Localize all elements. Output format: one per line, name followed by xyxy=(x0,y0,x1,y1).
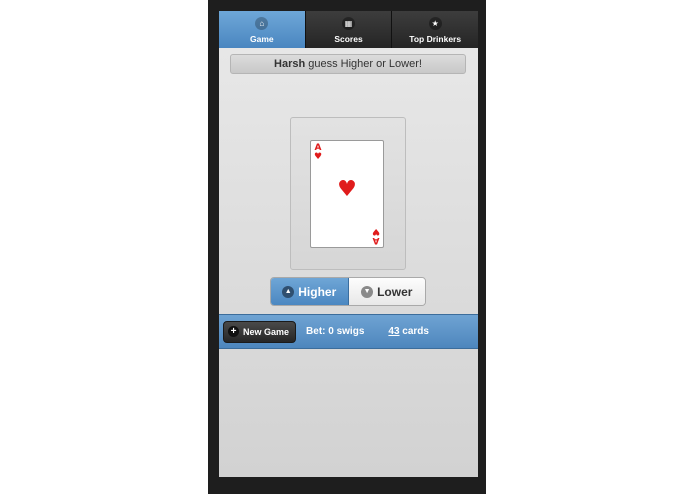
tab-top-drinkers-label: Top Drinkers xyxy=(409,34,462,44)
higher-button[interactable]: ▲ Higher xyxy=(271,278,349,305)
star-icon: ★ xyxy=(428,17,442,30)
prompt-text: guess Higher or Lower! xyxy=(308,58,422,70)
higher-lower-group: ▲ Higher ▼ Lower xyxy=(270,277,426,306)
lower-button[interactable]: ▼ Lower xyxy=(348,278,425,305)
new-game-button[interactable]: + New Game xyxy=(223,320,297,343)
cards-remaining: 43 cards xyxy=(388,326,429,337)
chevron-down-icon: ▼ xyxy=(361,285,374,298)
tab-game-label: Game xyxy=(250,34,274,44)
tab-scores-label: Scores xyxy=(334,34,363,44)
heart-suit-icon: ♥ xyxy=(314,152,323,162)
cards-label: cards xyxy=(399,326,429,337)
new-game-label: New Game xyxy=(243,326,290,337)
chevron-up-icon: ▲ xyxy=(282,285,295,298)
cards-count[interactable]: 43 xyxy=(388,326,399,337)
tab-game[interactable]: ⌂ Game xyxy=(219,11,306,48)
card-rank-bottom: A xyxy=(372,235,380,245)
heart-suit-icon: ♥ xyxy=(371,226,380,236)
prompt-bar: Harsh guess Higher or Lower! xyxy=(230,54,466,74)
tab-top-drinkers[interactable]: ★ Top Drinkers xyxy=(392,11,478,48)
card-corner-bottom: A ♥ xyxy=(371,226,380,245)
card-corner-top: A ♥ xyxy=(314,144,322,162)
home-icon: ⌂ xyxy=(255,17,269,30)
player-name: Harsh xyxy=(274,58,306,70)
heart-center-icon: ♥ xyxy=(337,177,357,202)
grid-icon: ▦ xyxy=(342,17,355,30)
plus-icon: + xyxy=(228,326,239,337)
bet-status: Bet: 0 swigs xyxy=(306,326,365,337)
playing-card: A ♥ ♥ A ♥ xyxy=(310,140,384,248)
lower-label: Lower xyxy=(377,284,413,299)
higher-label: Higher xyxy=(298,284,337,299)
nav-bar: ⌂ Game ▦ Scores ★ Top Drinkers xyxy=(219,11,478,48)
app-screen: ⌂ Game ▦ Scores ★ Top Drinkers Harsh gue… xyxy=(219,11,478,477)
footer-bar: + New Game Bet: 0 swigs 43 cards xyxy=(219,314,478,349)
tab-scores[interactable]: ▦ Scores xyxy=(305,11,393,48)
